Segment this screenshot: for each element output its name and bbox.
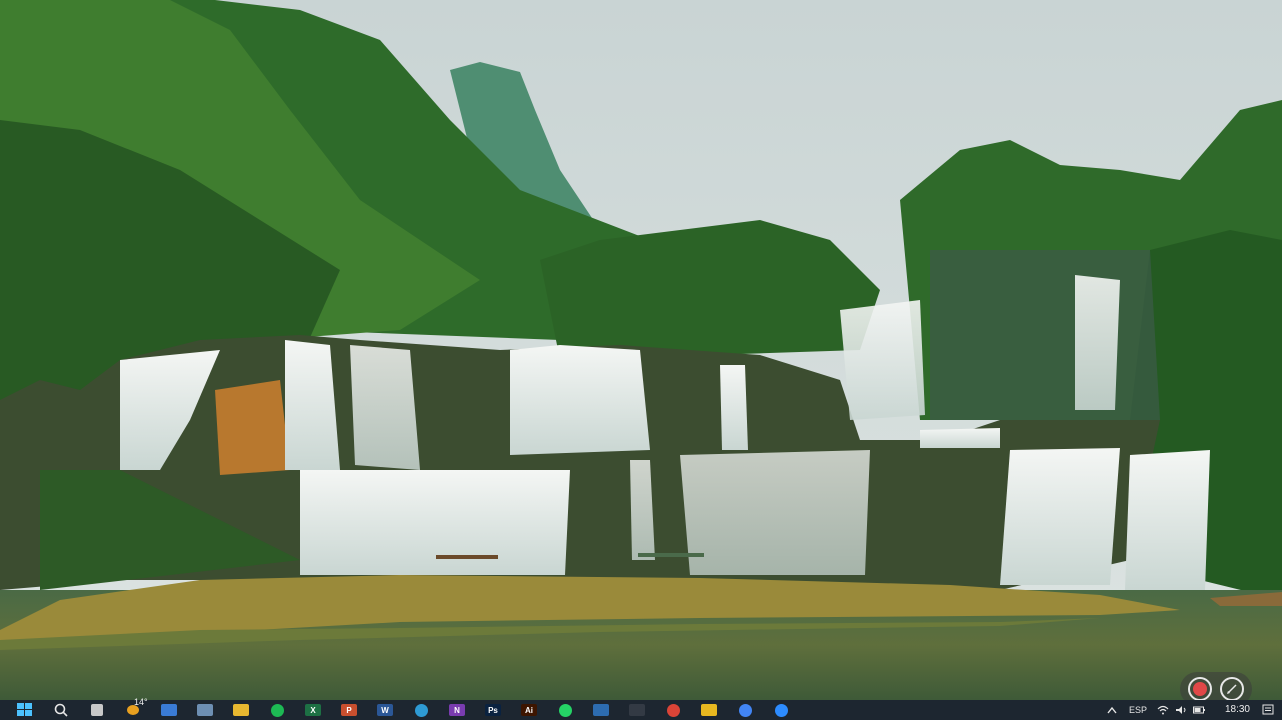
- whatsapp-icon: [558, 703, 572, 717]
- file-icon: [91, 704, 103, 716]
- pen-icon: [1227, 684, 1237, 694]
- volume-icon[interactable]: [1175, 705, 1187, 715]
- taskbar-app-word[interactable]: W: [372, 700, 398, 720]
- powerpoint-icon-label: P: [346, 705, 352, 715]
- notification-icon[interactable]: [1262, 704, 1274, 716]
- taskbar-app-app-blue[interactable]: [588, 700, 614, 720]
- excel-icon-label: X: [310, 705, 316, 715]
- task-view-button[interactable]: [84, 700, 110, 720]
- taskbar-app-chrome[interactable]: [660, 700, 686, 720]
- taskbar-app-app-dark[interactable]: [624, 700, 650, 720]
- photoshop-icon: Ps: [485, 704, 501, 716]
- excel-icon: X: [305, 704, 321, 716]
- illustrator-icon: Ai: [521, 704, 537, 716]
- taskbar-app-excel[interactable]: X: [300, 700, 326, 720]
- taskbar-app-photoshop[interactable]: Ps: [480, 700, 506, 720]
- zoom-icon: [774, 703, 788, 717]
- taskbar-app-chrome-profile[interactable]: [732, 700, 758, 720]
- store-icon: [161, 704, 177, 716]
- record-button[interactable]: [1188, 677, 1212, 701]
- powerpoint-icon: P: [341, 704, 357, 716]
- taskbar-app-whatsapp[interactable]: [552, 700, 578, 720]
- app-yellow-icon: [701, 704, 717, 716]
- edge-icon: [414, 703, 428, 717]
- clock[interactable]: 18:30: [1225, 705, 1250, 715]
- pen-button[interactable]: [1220, 677, 1244, 701]
- calculator-icon: [197, 704, 213, 716]
- taskbar-app-powerpoint[interactable]: P: [336, 700, 362, 720]
- taskbar: 14° X P W N Ps Ai ESP 18:30: [0, 697, 1282, 720]
- chrome-profile-icon: [738, 703, 752, 717]
- taskbar-app-illustrator[interactable]: Ai: [516, 700, 542, 720]
- taskbar-app-app-yellow[interactable]: [696, 700, 722, 720]
- app-blue-icon: [593, 704, 609, 716]
- taskbar-app-calculator[interactable]: [192, 700, 218, 720]
- spotify-icon: [270, 703, 284, 717]
- illustrator-icon-label: Ai: [525, 705, 533, 715]
- taskbar-app-onenote[interactable]: N: [444, 700, 470, 720]
- chrome-icon: [666, 703, 680, 717]
- language-indicator[interactable]: ESP: [1129, 705, 1147, 715]
- app-dark-icon: [629, 704, 645, 716]
- search-icon: [54, 703, 68, 717]
- system-tray: ESP 18:30: [1107, 700, 1282, 720]
- waterfall-landscape-image: [0, 0, 1282, 700]
- taskbar-app-edge[interactable]: [408, 700, 434, 720]
- taskbar-app-store[interactable]: [156, 700, 182, 720]
- taskbar-app-folder[interactable]: [228, 700, 254, 720]
- windows-logo-icon: [17, 703, 32, 716]
- record-icon: [1193, 682, 1207, 696]
- word-icon-label: W: [381, 705, 389, 715]
- photoshop-icon-label: Ps: [488, 705, 498, 715]
- weather-temperature: 14°: [134, 697, 148, 707]
- word-icon: W: [377, 704, 393, 716]
- weather-widget[interactable]: 14°: [120, 697, 148, 720]
- onenote-icon: N: [449, 704, 465, 716]
- clock-time: 18:30: [1224, 704, 1250, 715]
- wifi-icon[interactable]: [1157, 705, 1169, 715]
- taskbar-app-spotify[interactable]: [264, 700, 290, 720]
- search-button[interactable]: [48, 700, 74, 720]
- folder-icon: [233, 704, 249, 716]
- battery-icon[interactable]: [1192, 705, 1205, 715]
- taskbar-app-zoom[interactable]: [768, 700, 794, 720]
- chevron-up-icon[interactable]: [1107, 706, 1117, 714]
- start-button[interactable]: [12, 700, 38, 720]
- onenote-icon-label: N: [454, 705, 460, 715]
- desktop-wallpaper: [0, 0, 1282, 700]
